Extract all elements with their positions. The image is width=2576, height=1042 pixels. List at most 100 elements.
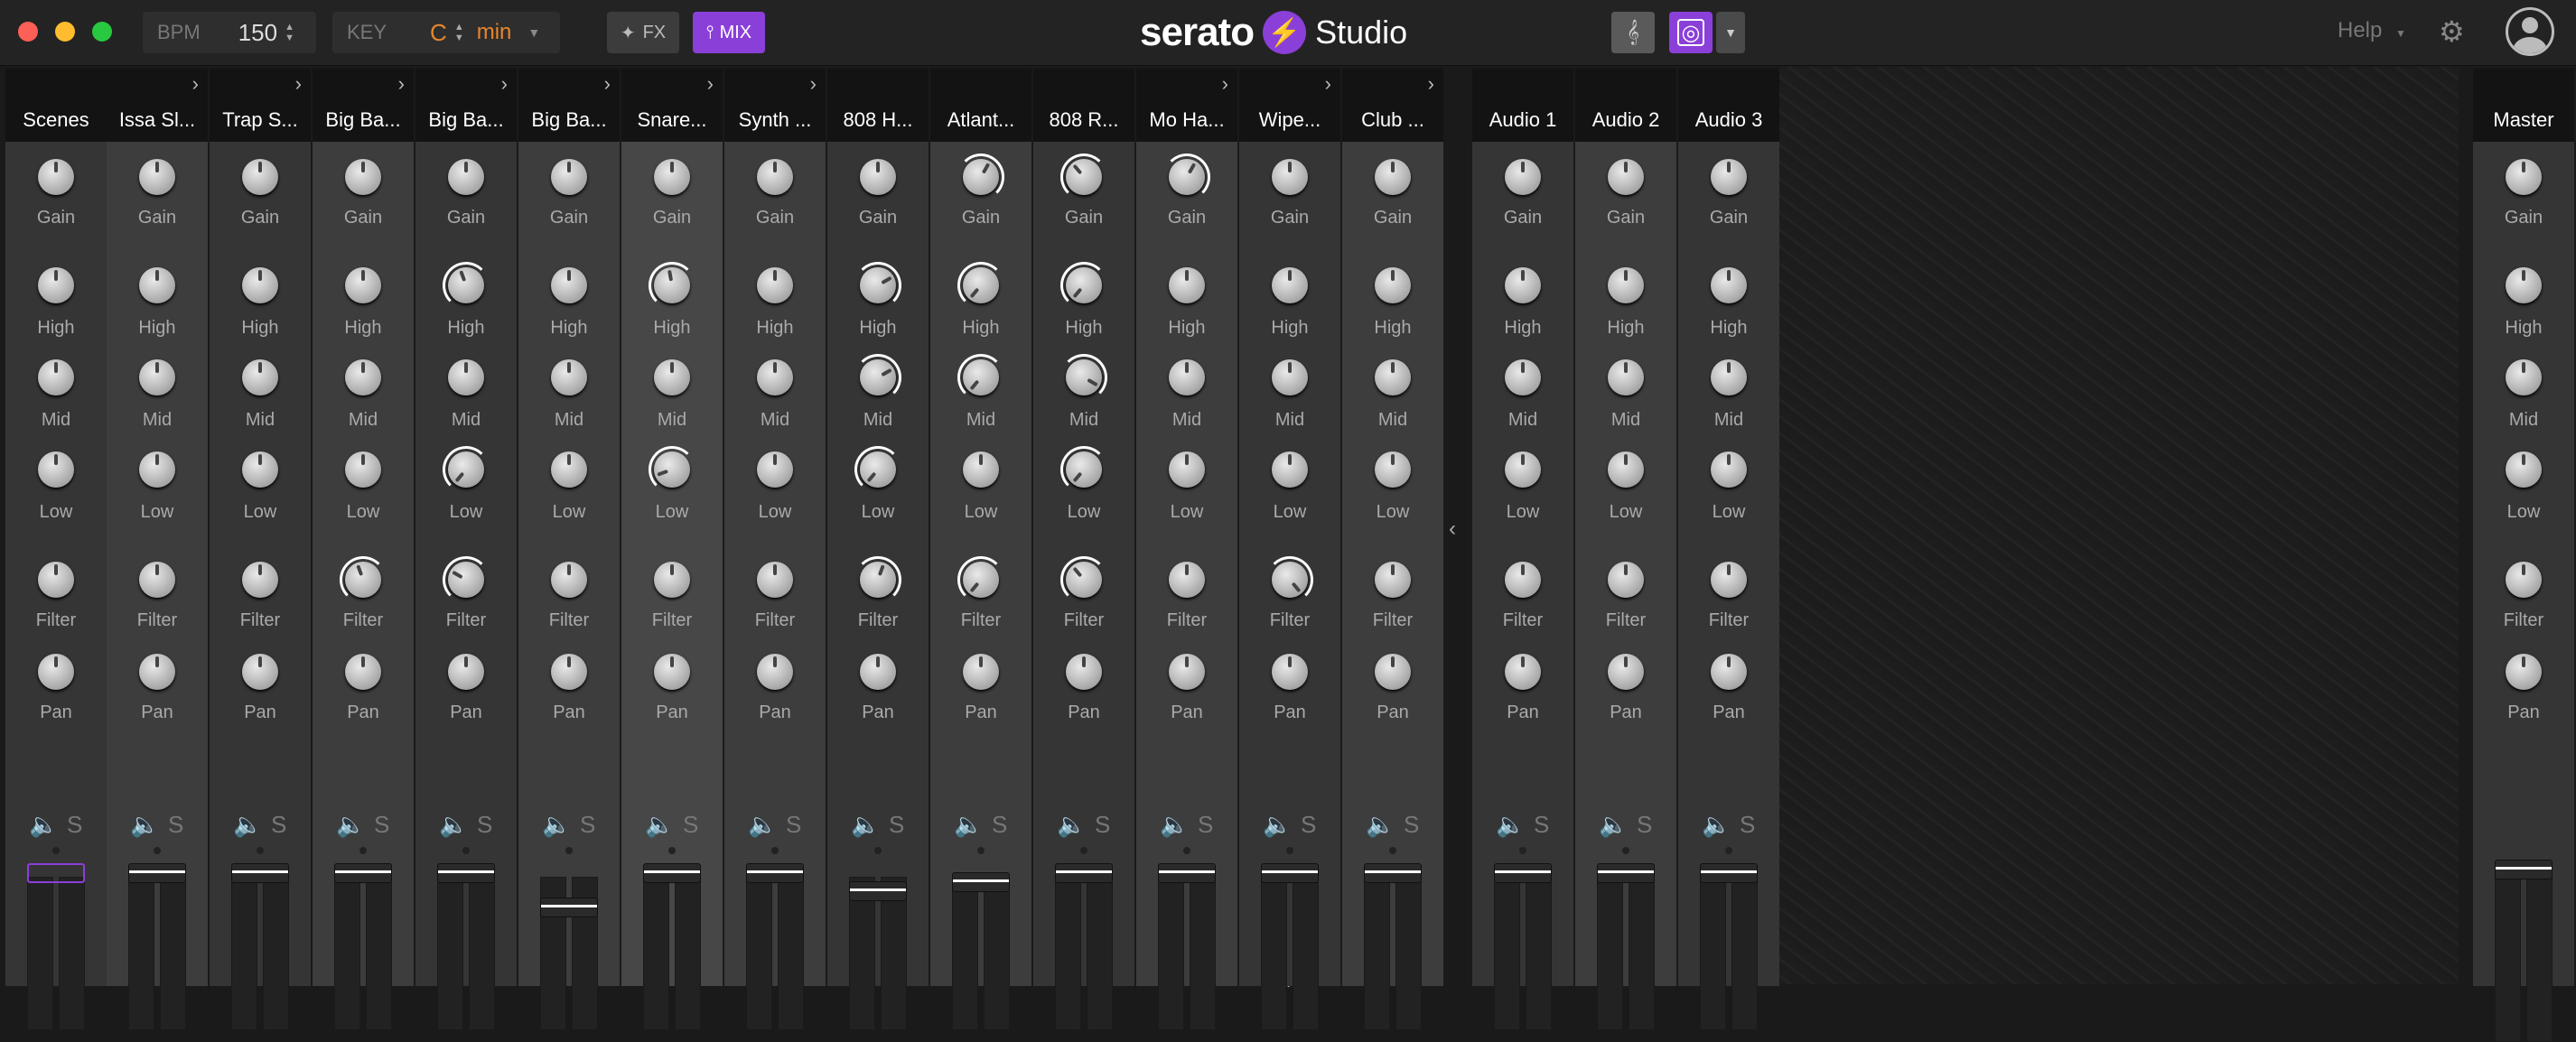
volume-fader-handle[interactable] <box>849 881 907 901</box>
solo-button[interactable]: S <box>1198 811 1213 839</box>
gain-knob[interactable] <box>1505 159 1541 195</box>
channel-header[interactable]: › Trap S... <box>210 69 311 142</box>
low-knob[interactable] <box>448 451 484 488</box>
volume-fader-handle[interactable] <box>540 898 598 917</box>
volume-fader-handle[interactable] <box>334 863 392 883</box>
low-knob[interactable] <box>860 451 896 488</box>
key-mode-select[interactable]: min <box>477 20 512 45</box>
mid-knob[interactable] <box>654 359 690 395</box>
volume-fader-handle[interactable] <box>128 863 186 883</box>
pan-knob[interactable] <box>139 654 175 690</box>
gain-knob[interactable] <box>1169 159 1205 195</box>
solo-button[interactable]: S <box>1637 811 1652 839</box>
pan-knob[interactable] <box>448 654 484 690</box>
mute-speaker-icon[interactable]: 🔈 <box>1599 811 1628 839</box>
gain-knob[interactable] <box>1272 159 1308 195</box>
filter-knob[interactable] <box>242 562 278 598</box>
filter-knob[interactable] <box>1608 562 1644 598</box>
high-knob[interactable] <box>139 267 175 303</box>
pan-knob[interactable] <box>1375 654 1411 690</box>
library-dropdown-button[interactable]: ▼ <box>1716 12 1745 53</box>
solo-button[interactable]: S <box>992 811 1007 839</box>
high-knob[interactable] <box>1375 267 1411 303</box>
gain-knob[interactable] <box>963 159 999 195</box>
chevron-right-icon[interactable]: › <box>295 72 302 96</box>
high-knob[interactable] <box>448 267 484 303</box>
channel-header[interactable]: › Club ... <box>1342 69 1443 142</box>
help-menu[interactable]: Help ▼ <box>2338 18 2406 43</box>
volume-fader-handle[interactable] <box>1364 863 1422 883</box>
library-button[interactable]: ◎ <box>1669 12 1713 53</box>
low-knob[interactable] <box>1272 451 1308 488</box>
gain-knob[interactable] <box>757 159 793 195</box>
mid-knob[interactable] <box>242 359 278 395</box>
channel-header[interactable]: › Synth ... <box>724 69 826 142</box>
low-knob[interactable] <box>242 451 278 488</box>
minimize-window-button[interactable] <box>55 22 75 42</box>
mix-button[interactable]: ⫯ MIX <box>693 12 765 53</box>
pan-knob[interactable] <box>1711 654 1747 690</box>
mid-knob[interactable] <box>1066 359 1102 395</box>
volume-fader-handle[interactable] <box>2495 860 2553 879</box>
low-knob[interactable] <box>1608 451 1644 488</box>
volume-fader-handle[interactable] <box>1055 863 1113 883</box>
user-avatar-icon[interactable] <box>2506 7 2554 56</box>
filter-knob[interactable] <box>1505 562 1541 598</box>
mute-speaker-icon[interactable]: 🔈 <box>1496 811 1525 839</box>
solo-button[interactable]: S <box>1740 811 1755 839</box>
high-knob[interactable] <box>860 267 896 303</box>
volume-fader-handle[interactable] <box>1700 863 1758 883</box>
pan-knob[interactable] <box>345 654 381 690</box>
solo-button[interactable]: S <box>1404 811 1419 839</box>
channel-header[interactable]: › Big Ba... <box>518 69 620 142</box>
chevron-right-icon[interactable]: › <box>501 72 508 96</box>
mute-speaker-icon[interactable]: 🔈 <box>1702 811 1731 839</box>
gain-knob[interactable] <box>448 159 484 195</box>
high-knob[interactable] <box>1169 267 1205 303</box>
mute-speaker-icon[interactable]: 🔈 <box>439 811 468 839</box>
solo-button[interactable]: S <box>786 811 801 839</box>
low-knob[interactable] <box>38 451 74 488</box>
mute-speaker-icon[interactable]: 🔈 <box>954 811 983 839</box>
mute-speaker-icon[interactable]: 🔈 <box>1366 811 1395 839</box>
channel-header[interactable]: › Mo Ha... <box>1136 69 1237 142</box>
mute-speaker-icon[interactable]: 🔈 <box>851 811 880 839</box>
volume-fader-handle[interactable] <box>231 863 289 883</box>
low-knob[interactable] <box>139 451 175 488</box>
chevron-right-icon[interactable]: › <box>398 72 405 96</box>
chevron-right-icon[interactable]: › <box>810 72 817 96</box>
filter-knob[interactable] <box>448 562 484 598</box>
mute-speaker-icon[interactable]: 🔈 <box>29 811 58 839</box>
zoom-window-button[interactable] <box>92 22 112 42</box>
chevron-right-icon[interactable]: › <box>1222 72 1228 96</box>
pan-knob[interactable] <box>1169 654 1205 690</box>
filter-knob[interactable] <box>345 562 381 598</box>
high-knob[interactable] <box>38 267 74 303</box>
collapse-sidebar-icon[interactable]: ‹ <box>1449 516 1456 542</box>
low-knob[interactable] <box>963 451 999 488</box>
close-window-button[interactable] <box>18 22 38 42</box>
solo-button[interactable]: S <box>1534 811 1549 839</box>
low-knob[interactable] <box>1505 451 1541 488</box>
high-knob[interactable] <box>963 267 999 303</box>
pan-knob[interactable] <box>654 654 690 690</box>
channel-header[interactable]: › Big Ba... <box>313 69 414 142</box>
low-knob[interactable] <box>1711 451 1747 488</box>
channel-header[interactable]: Audio 3 <box>1678 69 1779 142</box>
pan-knob[interactable] <box>38 654 74 690</box>
gain-knob[interactable] <box>1066 159 1102 195</box>
mute-speaker-icon[interactable]: 🔈 <box>645 811 674 839</box>
gain-knob[interactable] <box>242 159 278 195</box>
chevron-right-icon[interactable]: › <box>707 72 714 96</box>
solo-button[interactable]: S <box>168 811 183 839</box>
mute-speaker-icon[interactable]: 🔈 <box>542 811 571 839</box>
filter-knob[interactable] <box>963 562 999 598</box>
mid-knob[interactable] <box>757 359 793 395</box>
gain-knob[interactable] <box>1375 159 1411 195</box>
low-knob[interactable] <box>1375 451 1411 488</box>
high-knob[interactable] <box>2506 267 2542 303</box>
filter-knob[interactable] <box>1711 562 1747 598</box>
solo-button[interactable]: S <box>683 811 698 839</box>
pan-knob[interactable] <box>2506 654 2542 690</box>
low-knob[interactable] <box>345 451 381 488</box>
